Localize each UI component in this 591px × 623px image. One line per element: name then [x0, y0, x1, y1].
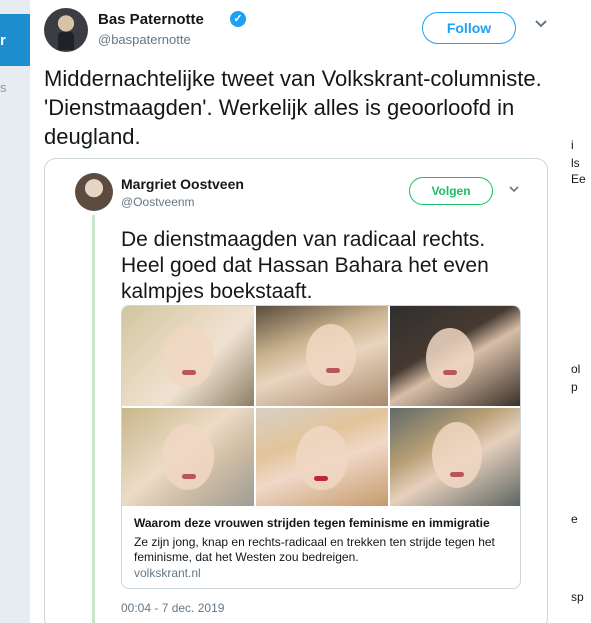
tweet-text: Middernachtelijke tweet van Volkskrant-c… — [44, 66, 542, 149]
tweet-header: Bas Paternotte ✓ @baspaternotte Follow — [44, 8, 554, 52]
avatar-figure — [58, 32, 74, 50]
background-fragment: s — [0, 80, 7, 95]
lips-shape — [326, 368, 340, 373]
link-card[interactable]: Waarom deze vrouwen strijden tegen femin… — [121, 305, 521, 589]
author-name[interactable]: Bas Paternotte — [98, 11, 204, 28]
background-fragment: Ee — [571, 172, 586, 186]
background-page-right: i ls Ee ol p e sp — [566, 0, 591, 623]
avatar[interactable] — [44, 8, 88, 52]
quoted-avatar[interactable] — [75, 173, 113, 211]
volgen-button[interactable]: Volgen — [409, 177, 493, 205]
background-header-strip: r — [0, 14, 30, 66]
photo-3 — [390, 306, 520, 406]
photo-4 — [122, 408, 254, 506]
face-shape — [162, 424, 214, 490]
photo-1 — [122, 306, 254, 406]
background-page-left: r s — [0, 0, 30, 623]
photo-2 — [256, 306, 388, 406]
face-shape — [426, 328, 474, 388]
lips-shape — [450, 472, 464, 477]
background-fragment: p — [571, 380, 578, 394]
lips-shape — [182, 474, 196, 479]
quoted-author-handle[interactable]: @Oostveenm — [121, 195, 195, 209]
background-fragment: i — [571, 138, 574, 152]
lips-shape — [314, 476, 328, 481]
thread-line — [92, 215, 95, 623]
background-fragment: r — [0, 32, 6, 49]
author-handle[interactable]: @baspaternotte — [98, 32, 191, 47]
background-fragment: ls — [571, 156, 580, 170]
quoted-tweet-text: De dienstmaagden van radicaal rechts. He… — [121, 228, 489, 303]
lips-shape — [182, 370, 196, 375]
background-fragment: e — [571, 512, 578, 526]
link-card-domain: volkskrant.nl — [134, 566, 201, 580]
lips-shape — [443, 370, 457, 375]
quoted-author-name[interactable]: Margriet Oostveen — [121, 176, 244, 192]
link-card-title[interactable]: Waarom deze vrouwen strijden tegen femin… — [134, 516, 514, 530]
photo-5 — [256, 408, 388, 506]
photo-6 — [390, 408, 520, 506]
face-shape — [432, 422, 482, 488]
face-shape — [306, 324, 356, 386]
tweet-card: Bas Paternotte ✓ @baspaternotte Follow M… — [30, 0, 567, 623]
chevron-down-icon[interactable] — [534, 16, 548, 34]
chevron-down-icon[interactable] — [508, 181, 520, 196]
link-card-description: Ze zijn jong, knap en rechts-radicaal en… — [134, 535, 495, 564]
background-fragment: ol — [571, 362, 581, 376]
quoted-tweet[interactable]: Margriet Oostveen @Oostveenm Volgen De d… — [44, 158, 548, 623]
background-fragment: sp — [571, 590, 584, 604]
timestamp[interactable]: 00:04 - 7 dec. 2019 — [121, 601, 224, 615]
face-shape — [162, 326, 214, 388]
follow-button[interactable]: Follow — [422, 12, 516, 44]
verified-badge-icon: ✓ — [230, 11, 246, 27]
